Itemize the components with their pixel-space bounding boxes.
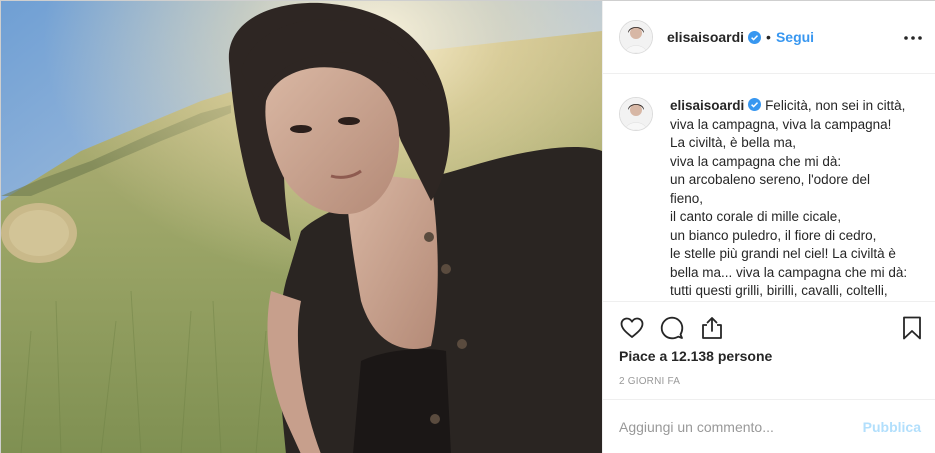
action-bar [603,301,935,353]
caption-text: elisaisoardi Felicità, non sei in città,… [670,97,917,301]
comment-input[interactable] [619,419,863,435]
publish-button[interactable]: Pubblica [863,419,921,435]
post-timestamp[interactable]: 2 GIORNI FA [619,376,680,387]
caption-line: un bianco puledro, il fiore di cedro, [670,227,877,243]
comment-icon[interactable] [659,315,685,341]
caption-line: il canto corale di mille cicale, [670,209,842,224]
share-icon[interactable] [699,315,725,341]
caption-line: La civiltà, è bella ma, [670,135,797,150]
caption-line: viva la campagna che mi dà: [670,153,842,169]
caption-section: elisaisoardi Felicità, non sei in città,… [603,75,935,301]
caption-line: viva la campagna, viva la campagna! [670,116,892,132]
instagram-post: elisaisoardi • Segui elisaisoardi Felici [0,0,935,453]
caption-line: tutti questi grilli, birilli, cavalli, c… [670,283,888,298]
author-username[interactable]: elisaisoardi [667,29,744,45]
bookmark-icon[interactable] [899,315,925,341]
caption-line: le stelle più grandi nel ciel! La civilt… [670,246,896,261]
verified-badge-icon [748,30,762,44]
post-photo[interactable] [1,1,602,453]
caption-line: fieno, [670,190,704,206]
caption-username[interactable]: elisaisoardi [670,98,744,113]
author-avatar[interactable] [619,20,653,54]
verified-badge-icon [748,98,762,111]
likes-count[interactable]: Piace a 12.138 persone [619,348,772,364]
caption-line-text: Felicità, non sei in città, [765,98,906,113]
heart-icon[interactable] [619,315,645,341]
caption-author-avatar[interactable] [619,97,653,131]
separator-dot: • [766,29,771,45]
caption-line: un arcobaleno sereno, l'odore del [670,172,870,187]
more-options-icon[interactable] [903,28,923,48]
post-header: elisaisoardi • Segui [603,1,935,74]
caption-line: bella ma... viva la campagna che mi dà: [670,264,908,280]
post-side-panel: elisaisoardi • Segui elisaisoardi Felici [602,1,935,453]
caption-line: elisaisoardi Felicità, non sei in città, [670,97,917,116]
comment-form: Pubblica [603,399,935,453]
follow-button[interactable]: Segui [776,29,814,45]
